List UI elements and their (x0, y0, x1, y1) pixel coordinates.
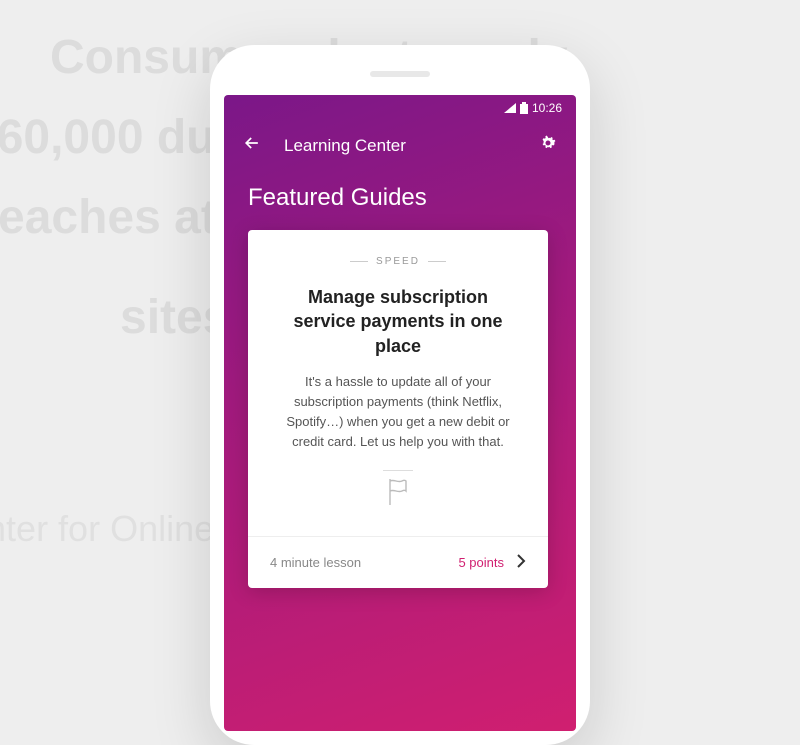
card-tag: SPEED (276, 256, 520, 267)
flag-icon (380, 474, 416, 510)
phone-speaker (370, 71, 430, 77)
status-time: 10:26 (532, 101, 562, 115)
screen: 10:26 Learning Center Featured Guides SP… (224, 95, 576, 731)
card-body: SPEED Manage subscription service paymen… (248, 230, 548, 536)
chevron-right-icon[interactable] (516, 553, 526, 572)
card-title: Manage subscription service payments in … (276, 285, 520, 358)
status-bar: 10:26 (224, 95, 576, 121)
settings-icon[interactable] (538, 133, 558, 158)
lesson-duration: 4 minute lesson (270, 555, 458, 570)
card-carousel[interactable]: SPEED Manage subscription service paymen… (224, 230, 576, 588)
lesson-points: 5 points (458, 555, 504, 570)
app-bar-title: Learning Center (284, 136, 516, 156)
card-description: It's a hassle to update all of your subs… (276, 372, 520, 453)
back-icon[interactable] (242, 133, 262, 158)
app-bar: Learning Center (224, 121, 576, 170)
card-footer: 4 minute lesson 5 points (248, 536, 548, 588)
guide-card[interactable]: SPEED Manage subscription service paymen… (248, 230, 548, 588)
battery-icon (520, 102, 528, 114)
signal-icon (504, 103, 516, 113)
section-title: Featured Guides (224, 170, 576, 230)
phone-frame: 10:26 Learning Center Featured Guides SP… (210, 45, 590, 745)
